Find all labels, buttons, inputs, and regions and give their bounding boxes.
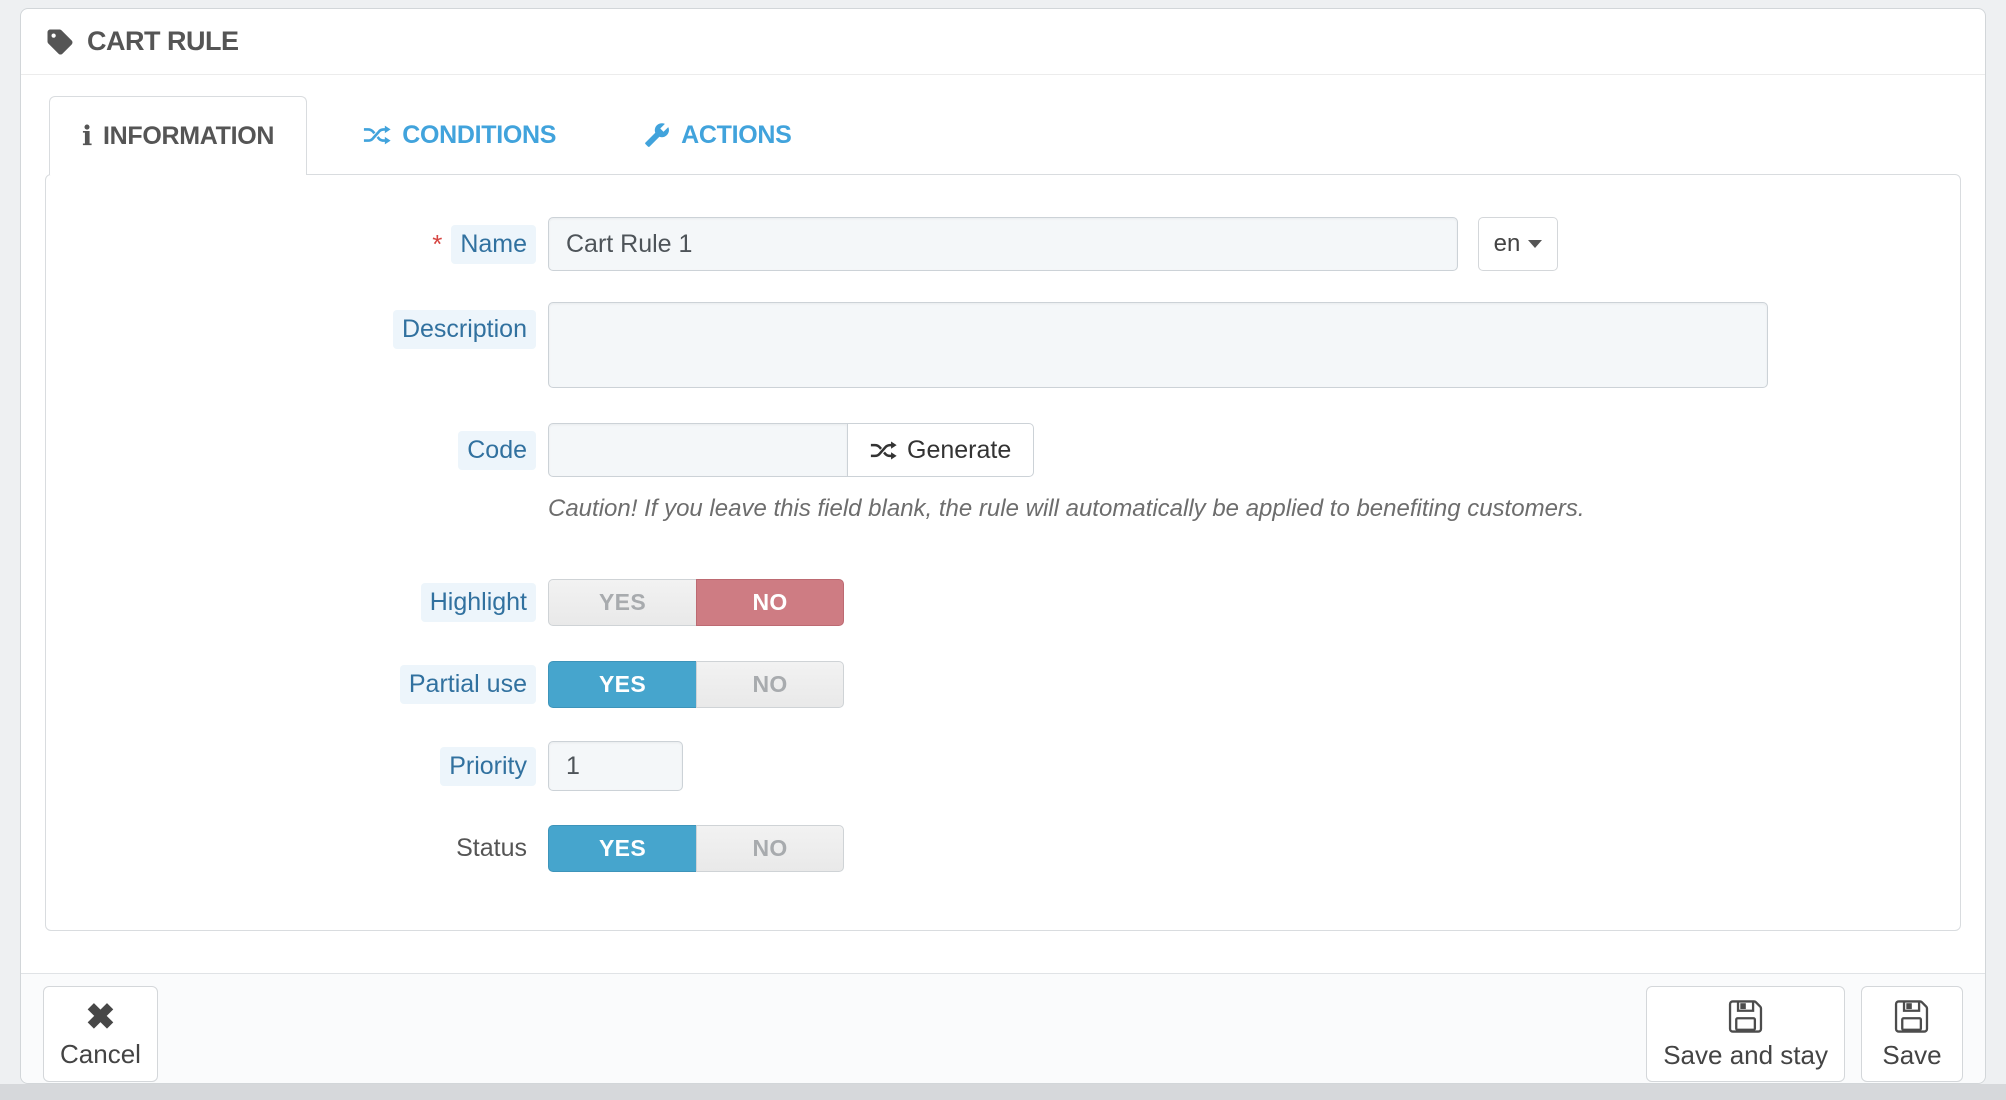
tag-icon — [47, 29, 73, 54]
tab-label: ACTIONS — [681, 120, 792, 149]
tab-label: INFORMATION — [102, 121, 275, 150]
status-toggle: YES NO — [548, 825, 844, 872]
save-and-stay-button[interactable]: Save and stay — [1646, 986, 1845, 1082]
description-textarea[interactable] — [548, 302, 1768, 388]
information-form: * Name en Description Code — [45, 174, 1961, 931]
partial-use-toggle-no[interactable]: NO — [696, 661, 844, 708]
save-button[interactable]: Save — [1861, 986, 1963, 1082]
priority-label: Priority — [440, 746, 536, 786]
status-toggle-no[interactable]: NO — [696, 825, 844, 872]
name-label: Name — [451, 224, 536, 264]
priority-field-row: Priority — [46, 741, 1960, 791]
status-toggle-yes[interactable]: YES — [548, 825, 696, 872]
tab-label: CONDITIONS — [402, 120, 557, 149]
language-dropdown-value: en — [1493, 230, 1521, 257]
generate-button-label: Generate — [907, 435, 1012, 464]
save-and-stay-label: Save and stay — [1663, 1040, 1828, 1070]
language-dropdown[interactable]: en — [1478, 217, 1558, 271]
highlight-toggle-no[interactable]: NO — [696, 579, 844, 626]
name-input[interactable] — [548, 217, 1458, 271]
tab-actions[interactable]: ACTIONS — [612, 96, 823, 174]
code-caution-text: Caution! If you leave this field blank, … — [548, 495, 1585, 522]
status-field-row: Status YES NO — [46, 825, 1960, 872]
shuffle-icon — [364, 125, 391, 145]
name-field-row: * Name en — [46, 217, 1960, 271]
save-icon — [1728, 1000, 1762, 1033]
description-field-row: Description — [46, 302, 1960, 388]
save-icon — [1894, 1000, 1929, 1033]
tab-conditions[interactable]: CONDITIONS — [331, 96, 588, 174]
page-title: CART RULE — [87, 26, 239, 56]
shuffle-icon — [870, 441, 897, 459]
code-field-row: Code Generate Caution! If you leave this… — [46, 423, 1960, 523]
priority-input[interactable] — [548, 741, 683, 791]
partial-use-field-row: Partial use YES NO — [46, 661, 1960, 708]
partial-use-toggle-yes[interactable]: YES — [548, 661, 696, 708]
partial-use-toggle: YES NO — [548, 661, 844, 708]
close-icon: ✖ — [85, 995, 116, 1037]
partial-use-label: Partial use — [399, 665, 536, 704]
cancel-button[interactable]: ✖ Cancel — [43, 986, 158, 1082]
info-icon: i — [82, 120, 92, 152]
cancel-button-label: Cancel — [60, 1038, 141, 1069]
page-bottom-strip — [0, 1084, 2006, 1100]
tab-bar: i INFORMATION CONDITIONS ACTIONS — [21, 96, 1985, 175]
panel-footer: ✖ Cancel Save and stay Save — [21, 973, 1985, 1083]
code-input[interactable] — [548, 423, 848, 477]
description-label: Description — [392, 309, 536, 349]
wrench-icon — [645, 123, 670, 147]
highlight-field-row: Highlight YES NO — [46, 579, 1960, 626]
save-button-label: Save — [1882, 1040, 1942, 1070]
cart-rule-panel: CART RULE i INFORMATION CONDITIONS ACTIO… — [20, 8, 1986, 1084]
caret-down-icon — [1528, 240, 1543, 248]
code-label: Code — [458, 430, 536, 470]
status-label: Status — [456, 834, 527, 862]
tab-information[interactable]: i INFORMATION — [49, 96, 308, 175]
highlight-toggle-yes[interactable]: YES — [548, 579, 696, 626]
required-asterisk: * — [432, 228, 443, 259]
panel-header: CART RULE — [21, 9, 1985, 75]
generate-button[interactable]: Generate — [847, 423, 1035, 477]
highlight-toggle: YES NO — [548, 579, 844, 626]
highlight-label: Highlight — [420, 583, 536, 622]
